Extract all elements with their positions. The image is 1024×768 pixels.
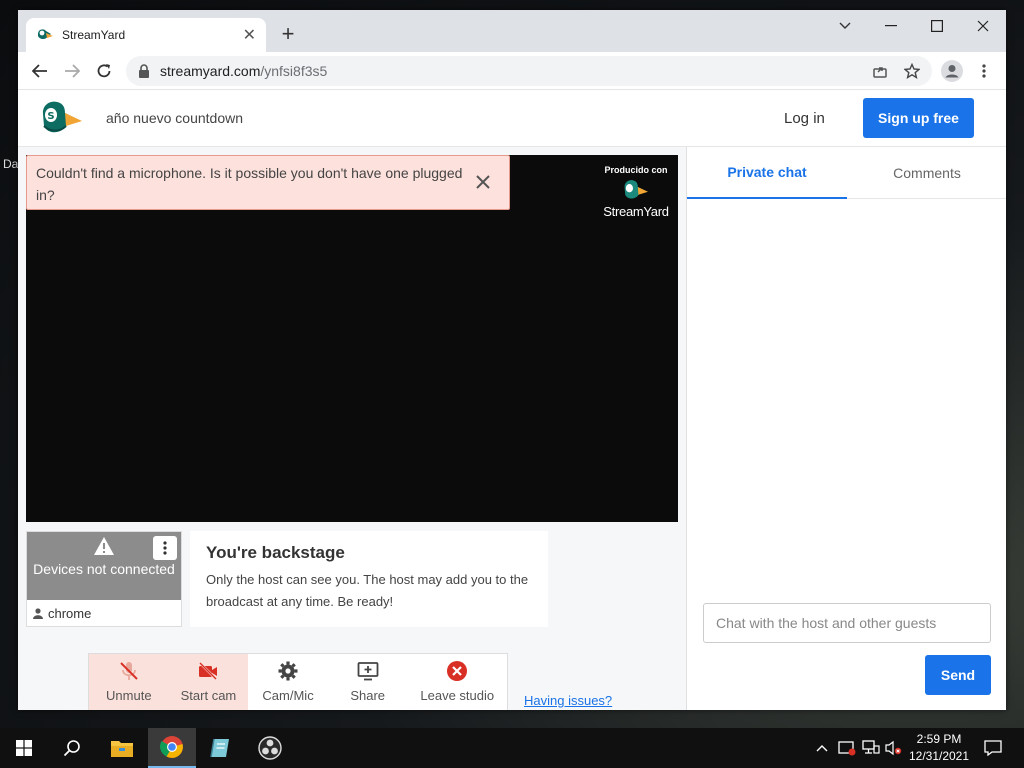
browser-titlebar: StreamYard ✕ + (18, 10, 1006, 52)
tab-comments[interactable]: Comments (847, 147, 1006, 199)
notebook-app-icon[interactable] (196, 728, 244, 768)
url-path: /ynfsi8f3s5 (260, 63, 328, 79)
login-button[interactable]: Log in (784, 110, 825, 127)
minimize-icon[interactable] (868, 10, 914, 42)
participant-tile: Devices not connected chrome (26, 531, 182, 627)
watermark-logo-icon (624, 180, 648, 199)
mic-off-icon (120, 662, 138, 680)
lock-icon (139, 64, 149, 78)
person-icon (33, 608, 43, 619)
unmute-label: Unmute (106, 688, 152, 703)
tab-search-icon[interactable] (822, 10, 868, 42)
leave-studio-button[interactable]: Leave studio (408, 654, 508, 710)
backstage-title: You're backstage (206, 543, 345, 562)
send-button[interactable]: Send (925, 655, 991, 695)
having-issues-link[interactable]: Having issues? (524, 693, 612, 708)
start-cam-label: Start cam (180, 688, 237, 703)
url-host: streamyard.com (160, 63, 261, 79)
chrome-taskbar-icon[interactable] (148, 728, 196, 768)
volume-muted-icon[interactable] (884, 739, 902, 757)
maximize-icon[interactable] (914, 10, 960, 42)
address-bar[interactable]: streamyard.com/ynfsi8f3s5 (126, 56, 932, 86)
cam-mic-button[interactable]: Cam/Mic (248, 654, 328, 710)
tray-chevron-icon[interactable] (816, 739, 828, 757)
gear-icon (278, 661, 298, 681)
clock-time: 2:59 PM (916, 732, 962, 746)
svg-text:S: S (47, 111, 54, 122)
tab-title: StreamYard (62, 28, 126, 42)
share-label: Share (350, 688, 386, 703)
browser-toolbar: streamyard.com/ynfsi8f3s5 (18, 52, 1006, 90)
browser-tab[interactable]: StreamYard ✕ (26, 18, 266, 52)
taskbar: 2:59 PM 12/31/2021 (0, 728, 1024, 768)
alert-close-icon[interactable] (473, 172, 493, 192)
desktop-icon-label: Da (3, 157, 19, 171)
streamyard-page: S año nuevo countdown Log in Sign up fre… (18, 90, 1006, 710)
back-icon[interactable] (28, 59, 52, 83)
browser-window: StreamYard ✕ + streamyard.com /ynfsi8f3s… (18, 10, 1006, 710)
browser-menu-icon[interactable] (972, 59, 996, 83)
new-tab-icon[interactable]: + (276, 22, 300, 46)
tab-close-icon[interactable]: ✕ (243, 25, 256, 45)
produced-with-label: Producido con (604, 165, 668, 175)
warning-icon (94, 537, 114, 555)
network-icon[interactable] (862, 739, 880, 757)
participant-menu-icon[interactable] (153, 536, 177, 560)
screen-share-icon (357, 662, 379, 681)
leave-studio-label: Leave studio (420, 688, 495, 703)
chat-input[interactable] (703, 603, 991, 643)
watermark-brand: StreamYard (603, 204, 669, 219)
chat-tabs: Private chat Comments (687, 147, 1006, 199)
participant-name: chrome (48, 606, 92, 621)
backstage-message: Only the host can see you. The host may … (206, 572, 529, 609)
windows-start-icon[interactable] (0, 728, 48, 768)
bookmark-star-icon[interactable] (900, 59, 924, 83)
forward-icon[interactable] (60, 59, 84, 83)
alert-message: Couldn't find a microphone. Is it possib… (36, 165, 463, 203)
tray-update-icon[interactable] (838, 739, 856, 757)
streamyard-logo-icon[interactable]: S (40, 98, 84, 138)
share-button[interactable]: Share (328, 654, 408, 710)
signup-button[interactable]: Sign up free (863, 98, 974, 138)
clock-date: 12/31/2021 (908, 749, 970, 763)
close-window-icon[interactable] (960, 10, 1006, 42)
participant-video: Devices not connected (27, 532, 181, 600)
microphone-alert: Couldn't find a microphone. Is it possib… (26, 155, 510, 210)
file-explorer-icon[interactable] (98, 728, 146, 768)
notifications-icon[interactable] (984, 739, 1002, 757)
share-page-icon[interactable] (868, 59, 892, 83)
tab-private-chat[interactable]: Private chat (687, 147, 847, 199)
studio-controls: Unmute Start cam Cam/Mic Share Leave stu… (88, 653, 508, 710)
stage-area: Producido con StreamYard Couldn't find a… (18, 147, 686, 710)
broadcast-title: año nuevo countdown (106, 110, 243, 126)
camera-off-icon (198, 661, 219, 681)
site-header: S año nuevo countdown Log in Sign up fre… (18, 90, 1006, 147)
search-icon[interactable] (48, 728, 96, 768)
cam-mic-label: Cam/Mic (262, 688, 314, 703)
participant-status: Devices not connected (33, 561, 175, 577)
broadcast-preview: Producido con StreamYard (26, 155, 678, 522)
chat-panel: Private chat Comments Send (686, 147, 1006, 710)
leave-icon (447, 661, 468, 681)
profile-avatar-icon[interactable] (940, 59, 964, 83)
participant-name-row: chrome (33, 606, 91, 621)
obs-studio-icon[interactable] (246, 728, 294, 768)
reload-icon[interactable] (92, 59, 116, 83)
backstage-notice: You're backstage Only the host can see y… (190, 531, 548, 627)
taskbar-clock[interactable]: 2:59 PM 12/31/2021 (906, 731, 972, 765)
streamyard-favicon-icon (38, 29, 53, 39)
streamyard-watermark: Producido con StreamYard (596, 165, 676, 219)
start-cam-button[interactable]: Start cam (168, 654, 249, 710)
unmute-button[interactable]: Unmute (89, 654, 169, 710)
